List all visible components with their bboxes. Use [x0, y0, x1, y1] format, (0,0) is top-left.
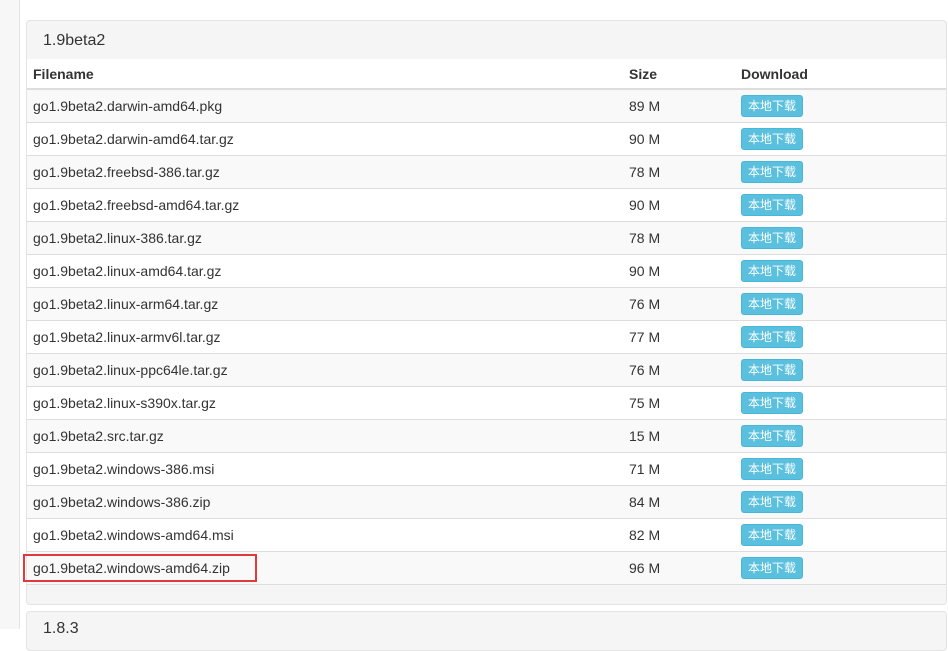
file-size: 76 M: [623, 287, 735, 321]
table-row: go1.9beta2.freebsd-386.tar.gz 78 M 本地下载: [27, 155, 946, 189]
file-size: 77 M: [623, 320, 735, 354]
file-rows: go1.9beta2.darwin-amd64.pkg 89 M 本地下载 go1.9…: [27, 89, 946, 585]
local-download-button[interactable]: 本地下载: [741, 391, 804, 414]
local-download-button[interactable]: 本地下载: [741, 523, 804, 546]
local-download-button[interactable]: 本地下载: [741, 457, 804, 480]
left-rail: [0, 0, 20, 629]
table-row: go1.9beta2.windows-386.msi 71 M 本地下载: [27, 452, 946, 486]
file-size: 96 M: [623, 551, 735, 585]
file-size: 82 M: [623, 518, 735, 552]
file-name: go1.9beta2.linux-s390x.tar.gz: [27, 386, 623, 420]
file-size: 89 M: [623, 89, 735, 123]
release-panel: 1.9beta2 Filename Size Download go1.9bet…: [26, 20, 947, 605]
file-size: 76 M: [623, 353, 735, 387]
download-cell: 本地下载: [735, 485, 946, 519]
download-cell: 本地下载: [735, 254, 946, 288]
file-name: go1.9beta2.darwin-amd64.tar.gz: [27, 122, 623, 156]
download-cell: 本地下载: [735, 518, 946, 552]
file-size: 90 M: [623, 254, 735, 288]
file-name: go1.9beta2.linux-amd64.tar.gz: [27, 254, 623, 288]
local-download-button[interactable]: 本地下载: [741, 226, 804, 249]
download-cell: 本地下载: [735, 320, 946, 354]
release-title: 1.9beta2: [43, 32, 106, 49]
files-table: Filename Size Download go1.9beta2.darwin…: [27, 59, 946, 585]
file-size: 78 M: [623, 221, 735, 255]
download-cell: 本地下载: [735, 452, 946, 486]
file-name: go1.9beta2.linux-ppc64le.tar.gz: [27, 353, 623, 387]
download-cell: 本地下载: [735, 287, 946, 321]
download-cell: 本地下载: [735, 419, 946, 453]
table-header-row: Filename Size Download: [27, 59, 946, 90]
column-header-size: Size: [623, 59, 735, 90]
local-download-button[interactable]: 本地下载: [741, 325, 804, 348]
local-download-button[interactable]: 本地下载: [741, 127, 804, 150]
local-download-button[interactable]: 本地下载: [741, 193, 804, 216]
download-cell: 本地下载: [735, 551, 946, 585]
column-header-filename: Filename: [27, 59, 623, 90]
file-name: go1.9beta2.windows-amd64.msi: [27, 518, 623, 552]
file-name: go1.9beta2.linux-armv6l.tar.gz: [27, 320, 623, 354]
table-row: go1.9beta2.windows-amd64.msi 82 M 本地下载: [27, 518, 946, 552]
local-download-button[interactable]: 本地下载: [741, 358, 804, 381]
file-size: 71 M: [623, 452, 735, 486]
local-download-button[interactable]: 本地下载: [741, 490, 804, 513]
table-row: go1.9beta2.darwin-amd64.pkg 89 M 本地下载: [27, 89, 946, 123]
table-row: go1.9beta2.windows-amd64.zip 96 M 本地下载: [27, 551, 946, 585]
table-row: go1.9beta2.linux-arm64.tar.gz 76 M 本地下载: [27, 287, 946, 321]
download-cell: 本地下载: [735, 386, 946, 420]
table-row: go1.9beta2.freebsd-amd64.tar.gz 90 M 本地下载: [27, 188, 946, 222]
local-download-button[interactable]: 本地下载: [741, 94, 804, 117]
file-name: go1.9beta2.windows-386.msi: [27, 452, 623, 486]
release-panel-next: 1.8.3: [26, 611, 947, 651]
file-size: 78 M: [623, 155, 735, 189]
download-cell: 本地下载: [735, 155, 946, 189]
release-title-next: 1.8.3: [43, 620, 79, 637]
download-cell: 本地下载: [735, 89, 946, 123]
table-row: go1.9beta2.linux-s390x.tar.gz 75 M 本地下载: [27, 386, 946, 420]
download-cell: 本地下载: [735, 122, 946, 156]
local-download-button[interactable]: 本地下载: [741, 259, 804, 282]
file-name: go1.9beta2.windows-386.zip: [27, 485, 623, 519]
file-size: 90 M: [623, 188, 735, 222]
table-row: go1.9beta2.darwin-amd64.tar.gz 90 M 本地下载: [27, 122, 946, 156]
table-row: go1.9beta2.linux-armv6l.tar.gz 77 M 本地下载: [27, 320, 946, 354]
file-size: 84 M: [623, 485, 735, 519]
local-download-button[interactable]: 本地下载: [741, 424, 804, 447]
file-size: 75 M: [623, 386, 735, 420]
local-download-button[interactable]: 本地下载: [741, 160, 804, 183]
table-row: go1.9beta2.linux-386.tar.gz 78 M 本地下载: [27, 221, 946, 255]
file-name: go1.9beta2.freebsd-386.tar.gz: [27, 155, 623, 189]
file-name: go1.9beta2.darwin-amd64.pkg: [27, 89, 623, 123]
file-name: go1.9beta2.freebsd-amd64.tar.gz: [27, 188, 623, 222]
table-row: go1.9beta2.windows-386.zip 84 M 本地下载: [27, 485, 946, 519]
table-row: go1.9beta2.linux-ppc64le.tar.gz 76 M 本地下载: [27, 353, 946, 387]
file-name: go1.9beta2.linux-arm64.tar.gz: [27, 287, 623, 321]
download-cell: 本地下载: [735, 353, 946, 387]
file-size: 15 M: [623, 419, 735, 453]
file-name: go1.9beta2.src.tar.gz: [27, 419, 623, 453]
column-header-download: Download: [735, 59, 946, 90]
local-download-button[interactable]: 本地下载: [741, 556, 804, 579]
local-download-button[interactable]: 本地下载: [741, 292, 804, 315]
table-row: go1.9beta2.linux-amd64.tar.gz 90 M 本地下载: [27, 254, 946, 288]
file-size: 90 M: [623, 122, 735, 156]
file-name: go1.9beta2.linux-386.tar.gz: [27, 221, 623, 255]
file-name: go1.9beta2.windows-amd64.zip: [27, 551, 623, 585]
download-cell: 本地下载: [735, 188, 946, 222]
download-cell: 本地下载: [735, 221, 946, 255]
table-row: go1.9beta2.src.tar.gz 15 M 本地下载: [27, 419, 946, 453]
